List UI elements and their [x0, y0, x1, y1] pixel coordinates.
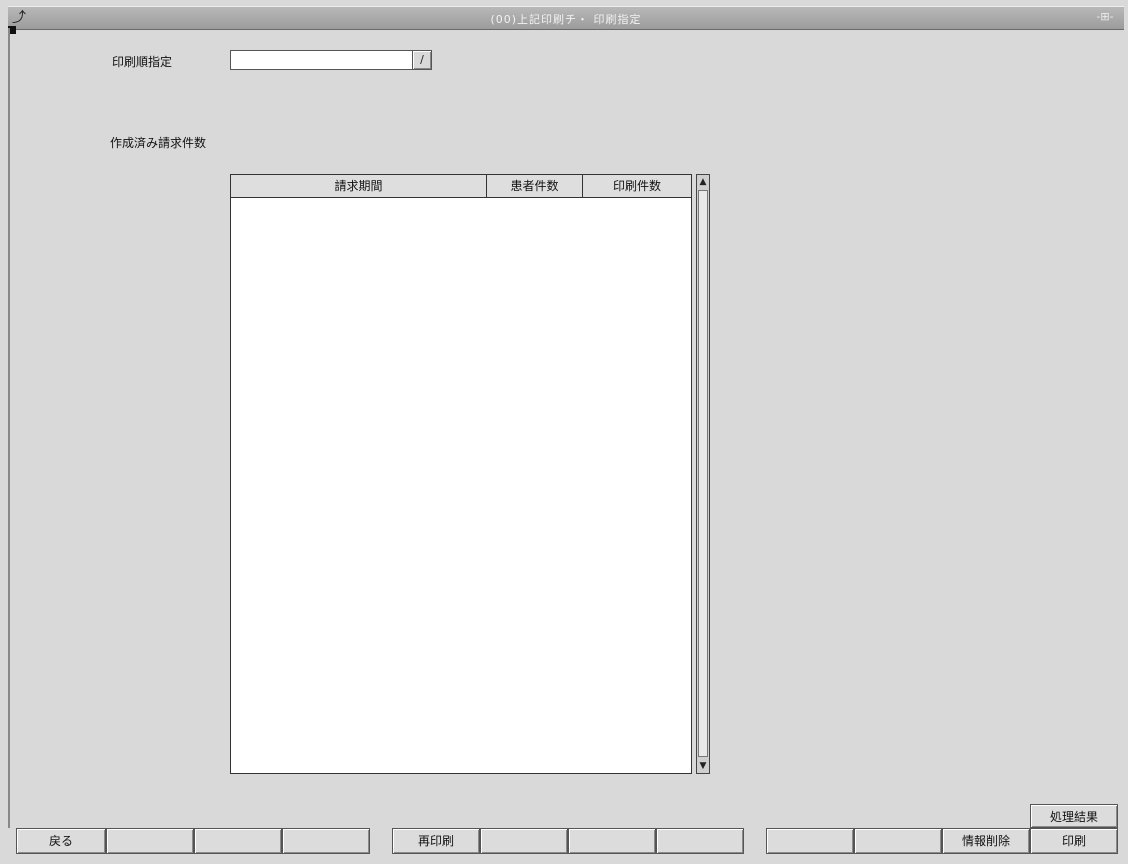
column-header-patient-count[interactable]: 患者件数	[487, 175, 583, 197]
billing-count-table[interactable]: 請求期間 患者件数 印刷件数	[230, 174, 692, 774]
window-control-button[interactable]: -⊞-	[1090, 10, 1120, 25]
process-result-button[interactable]: 処理結果	[1030, 804, 1118, 828]
fkey-3-button[interactable]	[194, 828, 282, 854]
print-order-label: 印刷順指定	[112, 55, 173, 69]
table-header: 請求期間 患者件数 印刷件数	[231, 175, 691, 198]
scrollbar-thumb[interactable]	[698, 190, 708, 757]
chevron-down-icon[interactable]: ∕	[412, 50, 432, 70]
table-vertical-scrollbar[interactable]: ▲ ▼	[696, 174, 710, 774]
back-button[interactable]: 戻る	[16, 828, 106, 854]
print-order-combo[interactable]: ∕	[230, 50, 434, 72]
print-order-input[interactable]	[230, 50, 412, 70]
billing-count-section-label: 作成済み請求件数	[110, 136, 207, 150]
main-window: ⤴ (00)上記印刷チ・ 印刷指定 -⊞- 印刷順指定 ∕ 作成済み請求件数 請…	[0, 0, 1128, 864]
fkey-10-button[interactable]	[854, 828, 942, 854]
fkey-9-button[interactable]	[766, 828, 854, 854]
reprint-button[interactable]: 再印刷	[392, 828, 480, 854]
function-key-bar: 戻る 再印刷 情報削除 印刷	[16, 828, 1118, 854]
delete-info-button[interactable]: 情報削除	[942, 828, 1030, 854]
column-header-print-count[interactable]: 印刷件数	[583, 175, 691, 197]
fkey-8-button[interactable]	[656, 828, 744, 854]
window-left-border	[8, 28, 10, 828]
window-title: (00)上記印刷チ・ 印刷指定	[490, 13, 642, 26]
fkey-6-button[interactable]	[480, 828, 568, 854]
print-button[interactable]: 印刷	[1030, 828, 1118, 854]
column-header-billing-period[interactable]: 請求期間	[231, 175, 487, 197]
fkey-4-button[interactable]	[282, 828, 370, 854]
scroll-down-icon[interactable]: ▼	[697, 759, 709, 773]
fkey-7-button[interactable]	[568, 828, 656, 854]
title-bar[interactable]: ⤴ (00)上記印刷チ・ 印刷指定 -⊞-	[8, 6, 1124, 30]
scroll-up-icon[interactable]: ▲	[697, 175, 709, 189]
fkey-2-button[interactable]	[106, 828, 194, 854]
